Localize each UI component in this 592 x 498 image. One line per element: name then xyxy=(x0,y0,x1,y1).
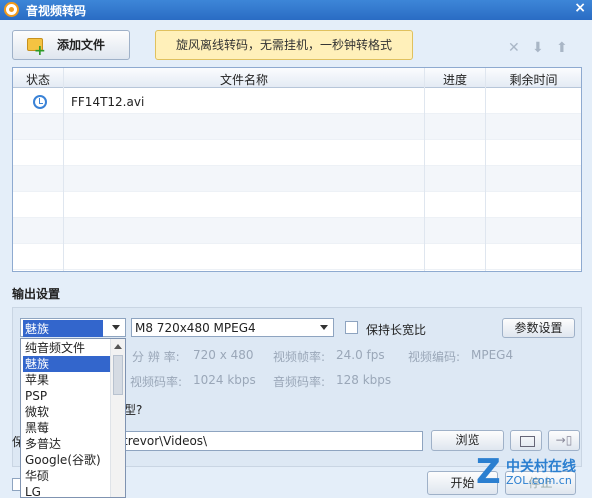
header-status[interactable]: 状态 xyxy=(13,71,63,88)
list-item[interactable]: LG xyxy=(23,484,111,496)
delete-icon[interactable]: ✕ xyxy=(508,40,520,56)
zol-watermark: Z 中关村在线 ZOL.com.cn xyxy=(476,452,592,496)
vbitrate-value: 1024 kbps xyxy=(193,373,256,387)
abitrate-label: 音频码率: xyxy=(273,375,326,389)
list-item[interactable]: Google(谷歌) xyxy=(23,452,111,468)
resolution-value: 720 x 480 xyxy=(193,348,254,362)
clock-icon xyxy=(33,95,47,109)
file-name: FF14T12.avi xyxy=(71,95,145,109)
title-bar: 音视频转码 × xyxy=(0,0,592,20)
header-remaining[interactable]: 剩余时间 xyxy=(486,71,581,88)
list-item[interactable]: 华硕 xyxy=(23,468,111,484)
format-select[interactable]: M8 720x480 MPEG4 xyxy=(131,318,334,337)
list-item[interactable]: 多普达 xyxy=(23,436,111,452)
app-logo-icon xyxy=(4,2,19,17)
browse-button[interactable]: 浏览 xyxy=(431,430,504,451)
export-icon[interactable]: →▯ xyxy=(548,430,580,451)
keep-ratio-checkbox[interactable] xyxy=(345,321,358,334)
output-path-input[interactable]: trevor\Videos\ xyxy=(122,431,423,451)
open-folder-icon[interactable] xyxy=(510,430,542,451)
list-item[interactable]: 苹果 xyxy=(23,372,111,388)
close-icon[interactable]: × xyxy=(574,0,586,16)
chevron-down-icon xyxy=(320,325,328,330)
header-filename[interactable]: 文件名称 xyxy=(64,71,424,88)
watermark-url: ZOL.com.cn xyxy=(506,474,572,487)
header-progress[interactable]: 进度 xyxy=(425,71,485,88)
list-item[interactable]: 黑莓 xyxy=(23,420,111,436)
framerate-value: 24.0 fps xyxy=(336,348,385,362)
device-value: 魅族 xyxy=(23,320,103,337)
scroll-up-icon[interactable] xyxy=(114,344,122,349)
window-title: 音视频转码 xyxy=(26,4,87,18)
table-row-empty xyxy=(13,244,581,270)
output-settings-title: 输出设置 xyxy=(12,287,61,301)
vcodec-label: 视频编码: xyxy=(408,350,461,364)
move-up-icon[interactable]: ⬆ xyxy=(556,40,568,56)
table-row-empty xyxy=(13,140,581,166)
format-value: M8 720x480 MPEG4 xyxy=(135,321,256,335)
vbitrate-label: 视频码率: xyxy=(130,375,183,389)
file-table: 状态 文件名称 进度 剩余时间 FF14T12.avi xyxy=(12,67,582,272)
framerate-label: 视频帧率: xyxy=(273,350,326,364)
table-row-empty xyxy=(13,114,581,140)
scroll-thumb[interactable] xyxy=(113,355,123,395)
resolution-label: 分 辨 率: xyxy=(132,350,180,364)
dropdown-scrollbar[interactable] xyxy=(110,339,125,497)
device-select[interactable]: 魅族 xyxy=(20,318,126,337)
watermark-name: 中关村在线 xyxy=(506,459,576,475)
offline-transcode-banner[interactable]: 旋风离线转码，无需挂机，一秒钟转格式 xyxy=(155,30,413,60)
add-folder-icon xyxy=(27,37,46,65)
list-item[interactable]: PSP xyxy=(23,388,111,404)
table-row-empty xyxy=(13,166,581,192)
table-row-empty xyxy=(13,192,581,218)
abitrate-value: 128 kbps xyxy=(336,373,392,387)
vcodec-value: MPEG4 xyxy=(471,348,514,362)
obscured-text: 型? xyxy=(124,403,143,417)
list-item-selected[interactable]: 魅族 xyxy=(23,356,111,372)
chevron-down-icon xyxy=(112,325,120,330)
list-item[interactable]: 微软 xyxy=(23,404,111,420)
keep-ratio-label: 保持长宽比 xyxy=(366,323,427,337)
table-header: 状态 文件名称 进度 剩余时间 xyxy=(13,68,581,88)
zol-logo-icon: Z xyxy=(476,452,501,492)
add-file-label: 添加文件 xyxy=(56,38,105,52)
add-file-button[interactable]: 添加文件 xyxy=(12,30,130,65)
params-button[interactable]: 参数设置 xyxy=(502,318,575,338)
device-dropdown-list[interactable]: 纯音频文件 魅族 苹果 PSP 微软 黑莓 多普达 Google(谷歌) 华硕 … xyxy=(20,338,126,498)
move-down-icon[interactable]: ⬇ xyxy=(532,40,544,56)
table-row-empty xyxy=(13,218,581,244)
list-item[interactable]: 纯音频文件 xyxy=(23,340,111,356)
